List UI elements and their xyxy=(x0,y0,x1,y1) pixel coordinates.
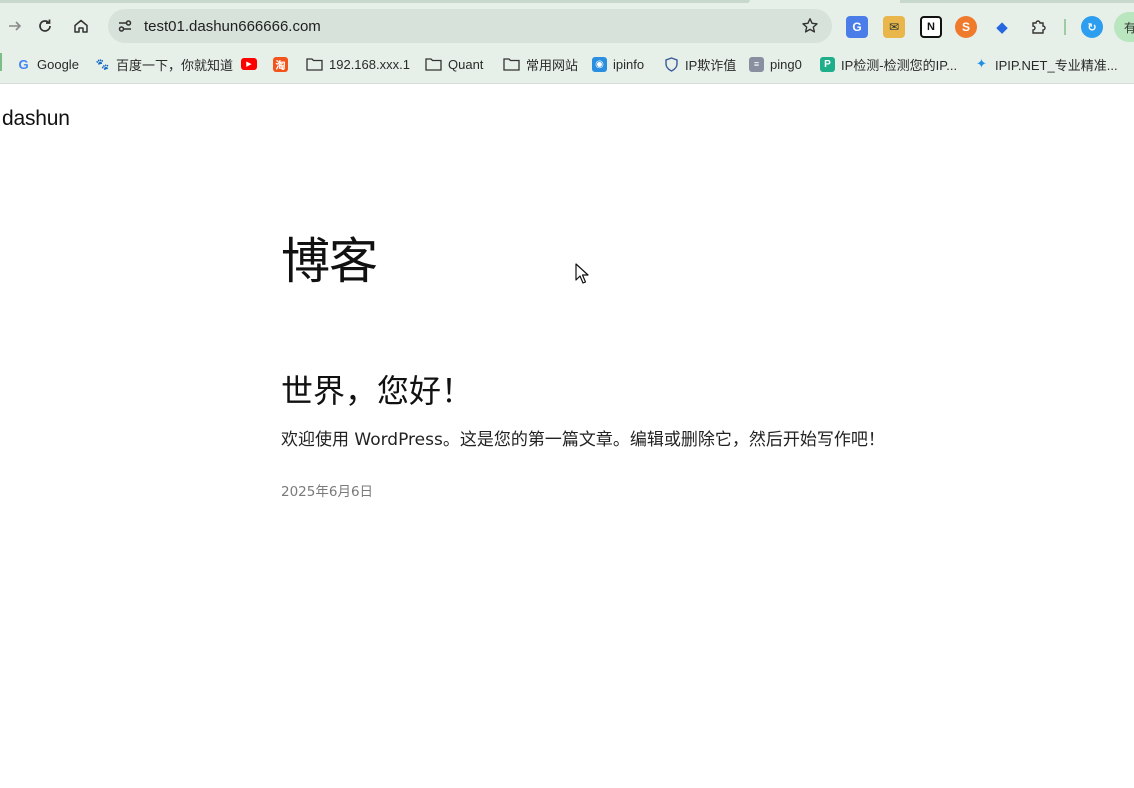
bookmark-ip-fraud[interactable]: IP欺诈值 xyxy=(664,53,736,75)
bookmarks-bar: G Google 🐾 百度一下，你就知道 ▶ 淘 192.168.xxx.1 Q… xyxy=(0,50,1134,76)
ipcheck-icon: P xyxy=(820,56,835,72)
home-icon xyxy=(74,19,88,33)
bookmark-star-icon[interactable] xyxy=(800,16,820,36)
folder-icon xyxy=(503,58,520,71)
bookmark-label: ipinfo xyxy=(613,56,645,72)
profile-label: 有 xyxy=(1124,20,1134,35)
bookmark-label: IP检测-检测您的IP... xyxy=(841,57,958,73)
bookmark-ping0[interactable]: ≡ ping0 xyxy=(749,53,802,75)
arrow-right-icon xyxy=(9,21,22,31)
bookmark-ipip[interactable]: ✦ IPIP.NET_专业精准... xyxy=(974,53,1118,75)
bookmark-ipinfo[interactable]: ◉ ipinfo xyxy=(592,53,644,75)
forward-button[interactable] xyxy=(0,8,30,44)
folder-icon xyxy=(425,58,442,71)
bookmark-folder-quant[interactable]: Quant xyxy=(425,53,483,75)
server-icon: ≡ xyxy=(749,56,764,72)
translate-extension-icon[interactable]: G xyxy=(846,16,868,38)
bookmark-label: 百度一下，你就知道 xyxy=(116,57,234,73)
site-title-link[interactable]: dashun xyxy=(2,107,70,131)
browser-chrome: test01.dashun666666.com G ✉ N S ◆ ↻ 有 G … xyxy=(0,0,1134,84)
home-button[interactable] xyxy=(66,8,96,44)
browser-toolbar: test01.dashun666666.com G ✉ N S ◆ ↻ 有 xyxy=(0,8,1134,44)
taobao-icon: 淘 xyxy=(273,56,288,72)
reload-icon xyxy=(39,19,51,32)
folder-icon xyxy=(306,58,323,71)
ipinfo-icon: ◉ xyxy=(592,56,607,72)
bookmark-baidu[interactable]: 🐾 百度一下，你就知道 xyxy=(95,53,233,75)
url-text[interactable]: test01.dashun666666.com xyxy=(144,18,321,35)
bookmark-google[interactable]: G Google xyxy=(16,53,79,75)
bookmark-ip-check[interactable]: P IP检测-检测您的IP... xyxy=(820,53,957,75)
tag-extension-icon[interactable]: ◆ xyxy=(991,16,1013,38)
bookmark-label: 常用网站 xyxy=(526,57,579,73)
bookmark-folder-common-sites[interactable]: 常用网站 xyxy=(503,53,578,75)
active-tab-indicator xyxy=(0,0,750,3)
bookmark-taobao[interactable]: 淘 xyxy=(273,53,288,75)
bookmark-folder-router[interactable]: 192.168.xxx.1 xyxy=(306,53,410,75)
site-settings-icon[interactable] xyxy=(108,9,142,43)
shield-icon xyxy=(665,56,678,72)
mouse-cursor-icon xyxy=(575,263,589,284)
page-content: dashun 博客 世界，您好！ 欢迎使用 WordPress。这是您的第一篇文… xyxy=(0,84,1134,788)
tab-strip-edge xyxy=(900,0,1134,3)
bookmark-label: IPIP.NET_专业精准... xyxy=(995,57,1118,73)
extensions-puzzle-icon[interactable] xyxy=(1028,16,1050,38)
bookmark-label: ping0 xyxy=(770,56,802,72)
bookmark-label: 192.168.xxx.1 xyxy=(329,56,410,72)
bookmark-label: IP欺诈值 xyxy=(685,57,737,73)
sync-extension-icon[interactable]: ↻ xyxy=(1081,16,1103,38)
google-icon: G xyxy=(18,56,29,72)
address-bar[interactable]: test01.dashun666666.com xyxy=(108,9,832,43)
baidu-icon: 🐾 xyxy=(95,58,110,71)
bookmark-label: Quant xyxy=(448,56,484,72)
notion-extension-icon[interactable]: N xyxy=(920,16,942,38)
youtube-icon: ▶ xyxy=(241,58,257,70)
post-title-link[interactable]: 世界，您好！ xyxy=(281,366,473,412)
bookmark-youtube[interactable]: ▶ xyxy=(241,53,257,75)
page-title: 博客 xyxy=(281,233,378,290)
reload-button[interactable] xyxy=(30,8,60,44)
bookmark-label: Google xyxy=(37,56,79,72)
ipip-icon: ✦ xyxy=(976,56,987,71)
sogou-extension-icon[interactable]: S xyxy=(955,16,977,38)
toolbar-divider xyxy=(1064,19,1066,35)
post-excerpt: 欢迎使用 WordPress。这是您的第一篇文章。编辑或删除它，然后开始写作吧！ xyxy=(281,430,885,450)
mail-extension-icon[interactable]: ✉ xyxy=(883,16,905,38)
profile-button[interactable]: 有 xyxy=(1114,12,1134,42)
post-date: 2025年6月6日 xyxy=(281,484,374,500)
